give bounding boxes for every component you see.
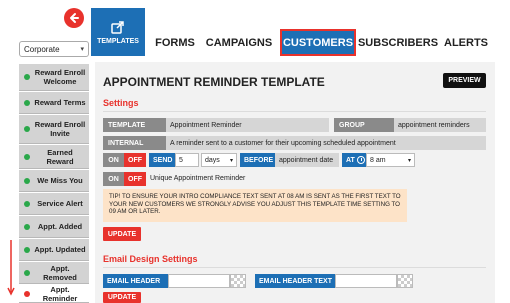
status-dot-icon: [24, 223, 30, 230]
send-unit-value: days: [205, 156, 220, 164]
sidebar-item-label: Appt. Reminder: [42, 284, 78, 303]
tip-box: TIP! TO ENSURE YOUR INTRO COMPLIANCE TEX…: [103, 189, 407, 222]
status-dot-icon: [24, 246, 30, 253]
status-dot-icon: [24, 269, 30, 276]
chevron-down-icon: ▾: [80, 46, 84, 53]
tab-campaigns[interactable]: CAMPAIGNS: [204, 29, 274, 56]
chevron-down-icon: ▾: [407, 158, 411, 164]
sidebar-item-earned-reward[interactable]: Earned Reward: [19, 145, 89, 169]
status-dot-icon: [24, 99, 30, 106]
sidebar-item-label: We Miss You: [37, 176, 83, 185]
status-dot-icon: [24, 177, 30, 184]
tab-forms[interactable]: FORMS: [152, 29, 198, 56]
settings-heading: Settings: [103, 98, 139, 108]
tab-customers[interactable]: CUSTOMERS: [280, 29, 356, 56]
email-header-label: EMAIL HEADER: [103, 274, 168, 288]
sidebar-item-appt-added[interactable]: Appt. Added: [19, 216, 89, 238]
at-label-text: AT: [346, 156, 355, 164]
preview-button[interactable]: PREVIEW: [443, 73, 486, 88]
email-header-text-color-input[interactable]: [335, 274, 397, 288]
account-select[interactable]: Corporate ▾: [19, 41, 89, 57]
sidebar-item-label: Earned Reward: [46, 147, 74, 166]
unique-on-toggle[interactable]: ON: [103, 172, 124, 186]
send-off-toggle[interactable]: OFF: [124, 153, 146, 167]
internal-label: INTERNAL: [103, 136, 166, 150]
email-header-color-input[interactable]: [168, 274, 230, 288]
page-title: APPOINTMENT REMINDER TEMPLATE: [103, 75, 325, 89]
share-icon: [111, 20, 124, 34]
sidebar-item-label: Reward Enroll Welcome: [34, 68, 86, 86]
clock-icon: [356, 156, 365, 164]
sidebar-item-appt-removed[interactable]: Appt. Removed: [19, 262, 89, 284]
status-dot-icon: [24, 290, 30, 297]
sidebar-item-label: Appt. Updated: [34, 245, 86, 254]
tab-templates[interactable]: TEMPLATES: [91, 8, 145, 56]
tab-alerts[interactable]: ALERTS: [440, 29, 492, 56]
back-button[interactable]: [64, 8, 84, 28]
account-select-value: Corporate: [24, 44, 60, 54]
unique-off-toggle[interactable]: OFF: [124, 172, 146, 186]
arrow-left-icon: [70, 13, 79, 23]
group-field[interactable]: appointment reminders: [394, 118, 486, 132]
sidebar-item-reward-enroll-welcome[interactable]: Reward Enroll Welcome: [19, 64, 89, 91]
unique-reminder-label: Unique Appointment Reminder: [150, 175, 246, 182]
status-dot-icon: [24, 153, 30, 160]
divider: [103, 267, 486, 268]
template-label: TEMPLATE: [103, 118, 166, 132]
settings-update-button[interactable]: UPDATE: [103, 227, 141, 241]
at-label: AT: [342, 153, 366, 167]
group-label: GROUP: [334, 118, 394, 132]
template-name-field[interactable]: Appointment Reminder: [166, 118, 329, 132]
email-header-color-swatch[interactable]: [230, 274, 246, 288]
sidebar-item-label: Appt. Removed: [43, 263, 77, 282]
send-label: SEND: [149, 153, 175, 167]
sidebar-item-label: Appt. Added: [37, 222, 83, 231]
email-design-heading: Email Design Settings: [103, 254, 198, 264]
sidebar-item-appt-updated[interactable]: Appt. Updated: [19, 239, 89, 261]
status-dot-icon: [24, 74, 30, 80]
send-unit-select[interactable]: days ▾: [201, 153, 237, 167]
sidebar-item-reward-terms[interactable]: Reward Terms: [19, 92, 89, 114]
sidebar-item-reward-enroll-invite[interactable]: Reward Enroll Invite: [19, 115, 89, 144]
time-select-value: 8 am: [370, 156, 386, 164]
before-field[interactable]: appointment date: [275, 153, 339, 167]
internal-description-field[interactable]: A reminder sent to a customer for their …: [166, 136, 486, 150]
tab-label: TEMPLATES: [97, 37, 139, 45]
email-header-text-color-swatch[interactable]: [397, 274, 413, 288]
send-on-toggle[interactable]: ON: [103, 153, 124, 167]
arrow-down-icon: [7, 240, 15, 296]
before-label: BEFORE: [240, 153, 275, 167]
status-dot-icon: [24, 126, 30, 132]
sidebar-item-we-miss-you[interactable]: We Miss You: [19, 170, 89, 192]
send-days-input[interactable]: 5: [175, 153, 199, 167]
tab-subscribers[interactable]: SUBSCRIBERS: [358, 29, 438, 56]
divider: [103, 111, 486, 112]
chevron-down-icon: ▾: [229, 158, 233, 164]
status-dot-icon: [24, 200, 30, 207]
sidebar-item-label: Reward Terms: [34, 98, 86, 107]
email-design-update-button[interactable]: UPDATE: [103, 292, 141, 303]
sidebar-item-appt-reminder[interactable]: Appt. Reminder: [19, 285, 89, 303]
email-header-text-label: EMAIL HEADER TEXT: [255, 274, 335, 288]
time-select[interactable]: 8 am ▾: [366, 153, 415, 167]
sidebar-item-label: Service Alert: [37, 199, 83, 208]
sidebar-item-label: Reward Enroll Invite: [34, 120, 86, 138]
sidebar-item-service-alert[interactable]: Service Alert: [19, 193, 89, 215]
